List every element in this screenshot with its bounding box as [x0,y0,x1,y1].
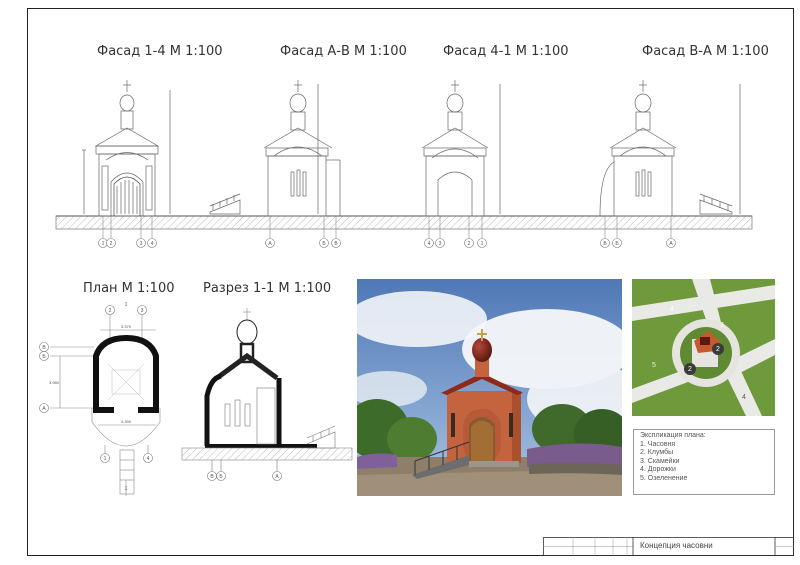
legend-item: 1. Часовня [640,440,676,448]
chapel-render-image [357,279,622,496]
siteplan-label: 3 [720,322,724,329]
facade-side-2 [209,80,341,217]
axis-label: 3 [141,308,144,314]
plan-title: План М 1:100 [83,281,175,296]
legend-item: 3. Скамейки [640,457,680,465]
facade-back-3 [421,80,501,217]
ground-strip [55,215,753,230]
siteplan-label: 4 [742,394,746,401]
section-mark-top: 1 [125,302,128,308]
facade-front-1 [82,80,171,217]
stamp-title: Концепция часовни [640,541,713,550]
axis-label: 1 [481,241,484,247]
axis-label: 1 [102,241,105,247]
plan-drawing: 2 3 В Б А 1 4 3.370 3.980 4.390 1 1 [39,302,161,496]
siteplan-label: 2 [716,346,720,353]
section-title: Разрез 1-1 М 1:100 [203,281,332,296]
axis-label: 1 [104,456,107,462]
axis-label: 3 [439,241,442,247]
section-mark-bottom: 1 [125,486,128,492]
axis-label: 4 [428,241,431,247]
axis-label: 4 [151,241,154,247]
plan-legend: Экспликация плана: 1. Часовня 2. Клумбы … [633,429,775,495]
axis-label: 4 [147,456,150,462]
dim-bottom: 4.390 [121,419,132,424]
siteplan-label: 4 [670,306,674,313]
facades-drawing: 1 2 3 4 А Б В 4 3 2 1 В Б А [55,80,753,248]
dim-top: 3.370 [121,324,132,329]
axis-label: 2 [109,308,112,314]
axis-label: 2 [468,241,471,247]
legend-title: Экспликация плана: [640,432,706,439]
axis-label: 3 [140,241,143,247]
siteplan-label: 5 [652,362,656,369]
legend-item: 2. Клумбы [640,449,674,457]
axis-label: 2 [110,241,113,247]
site-plan-image: 4 3 2 2 5 4 [632,279,775,416]
legend-item: 4. Дорожки [640,466,676,474]
dim-side: 3.980 [49,380,60,385]
facade-side-4 [599,80,741,217]
legend-item: 5. Озеленение [640,474,688,482]
siteplan-label: 2 [688,366,692,373]
section-drawing: В Б А [181,308,353,481]
